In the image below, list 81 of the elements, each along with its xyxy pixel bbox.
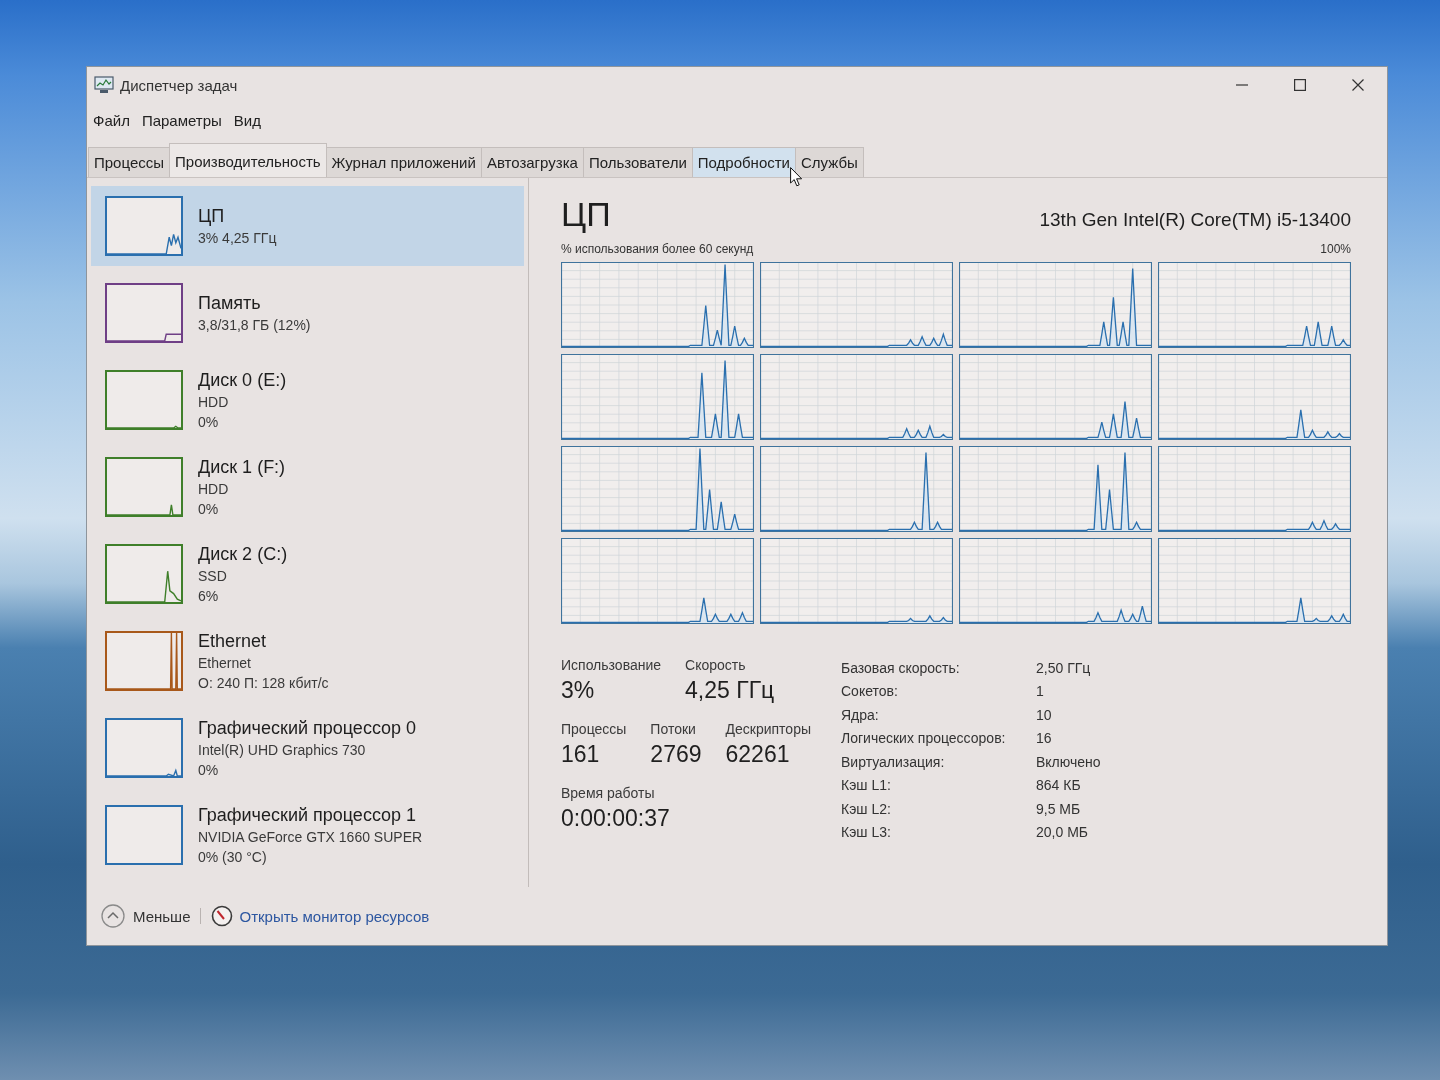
spec-label: Виртуализация:: [841, 753, 946, 770]
sidebar-item-title: Память: [198, 291, 261, 315]
window-title: Диспетчер задач: [120, 76, 238, 94]
sidebar-item-detail: О: 240 П: 128 кбит/с: [198, 673, 329, 693]
monitor-graph-icon: [94, 76, 114, 94]
stat-label: Время работы: [561, 784, 656, 802]
close-icon: [1352, 79, 1364, 91]
sidebar-item-detail: Intel(R) UHD Graphics 730: [198, 740, 366, 760]
panel-title: ЦП: [561, 194, 611, 235]
sidebar-item[interactable]: Диск 1 (F:) HDD 0%: [91, 447, 524, 527]
mouse-pointer-icon: [790, 167, 803, 187]
stat-label: Процессы: [561, 720, 627, 738]
spec-value: 10: [1036, 706, 1053, 723]
stat-value: 62261: [725, 740, 791, 769]
sidebar-item-detail: HDD: [198, 392, 229, 412]
tab[interactable]: Пользователи: [582, 147, 693, 177]
fewer-details-button[interactable]: Меньше: [101, 904, 191, 928]
spec-label: Ядра:: [841, 706, 880, 723]
sidebar-item[interactable]: Диск 2 (C:) SSD 6%: [91, 534, 524, 614]
sidebar-item-detail: HDD: [198, 479, 229, 499]
menu-item[interactable]: Параметры: [136, 109, 229, 131]
spec-label: Кэш L3:: [841, 824, 892, 841]
sidebar-item[interactable]: Графический процессор 0 Intel(R) UHD Graphics 730 0%: [91, 708, 524, 788]
sidebar-item-detail: 3% 4,25 ГГц: [198, 228, 277, 248]
spec-label: Базовая скорость:: [841, 659, 961, 676]
stat-value: 161: [561, 740, 601, 769]
sidebar-item-detail: 0%: [198, 412, 219, 432]
stat-label: Дескрипторы: [725, 720, 811, 738]
sidebar-item-detail: 0%: [198, 760, 219, 780]
resource-monitor-link[interactable]: Открыть монитор ресурсов: [211, 905, 430, 927]
sidebar-item[interactable]: Диск 0 (E:) HDD 0%: [91, 360, 524, 440]
stat-label: Потоки: [650, 720, 697, 738]
spec-value: 1: [1036, 683, 1045, 700]
stat-value: 0:00:00:37: [561, 804, 670, 833]
processor-model-name: 13th Gen Intel(R) Core(TM) i5-13400: [1039, 208, 1351, 232]
sidebar-item-detail: NVIDIA GeForce GTX 1660 SUPER: [198, 827, 423, 847]
gauge-icon: [211, 905, 234, 927]
tab[interactable]: Автозагрузка: [480, 147, 584, 177]
menu-item[interactable]: Файл: [88, 109, 137, 131]
spec-label: Сокетов:: [841, 683, 899, 700]
spec-value: 20,0 МБ: [1036, 824, 1089, 841]
sidebar-item[interactable]: Графический процессор 1 NVIDIA GeForce GTX 1660 SUPER 0% (30 °C): [91, 795, 524, 875]
spec-value: 16: [1036, 730, 1053, 747]
spec-value: 2,50 ГГц: [1036, 659, 1092, 676]
sidebar-item-title: Ethernet: [198, 629, 267, 653]
spec-value: 9,5 МБ: [1036, 800, 1082, 817]
spec-label: Логических процессоров:: [841, 730, 1007, 747]
tab[interactable]: Процессы: [88, 147, 170, 177]
stat-label: Использование: [561, 656, 662, 674]
sidebar-item-detail: 0%: [198, 499, 219, 519]
sidebar-item-title: ЦП: [198, 204, 225, 228]
sidebar-item-detail: SSD: [198, 566, 227, 586]
sidebar-item-title: Диск 2 (C:): [198, 542, 288, 566]
sidebar-item-title: Графический процессор 1: [198, 803, 417, 827]
chevron-up-icon: [101, 904, 125, 928]
sidebar-item[interactable]: Память 3,8/31,8 ГБ (12%): [91, 273, 524, 353]
stat-value: 2769: [650, 740, 702, 769]
spec-value: 864 КБ: [1036, 777, 1082, 794]
sidebar-item-detail: 3,8/31,8 ГБ (12%): [198, 315, 311, 335]
maximize-icon: [1294, 79, 1306, 91]
sidebar-item-detail: 0% (30 °C): [198, 847, 267, 867]
tab[interactable]: Службы: [795, 147, 864, 177]
graph-caption: % использования более 60 секунд: [561, 242, 754, 257]
graph-max-label: 100%: [1320, 242, 1351, 257]
sidebar-item[interactable]: ЦП 3% 4,25 ГГц: [91, 186, 524, 266]
spec-label: Кэш L2:: [841, 800, 892, 817]
tab[interactable]: Подробности: [691, 147, 796, 177]
sidebar-item[interactable]: Ethernet Ethernet О: 240 П: 128 кбит/с: [91, 621, 524, 701]
sidebar-item-detail: 6%: [198, 586, 219, 606]
stat-value: 3%: [561, 676, 596, 705]
spec-value: Включено: [1036, 753, 1101, 770]
tab[interactable]: Производительность: [169, 143, 327, 177]
sidebar-item-title: Диск 1 (F:): [198, 455, 286, 479]
stat-value: 4,25 ГГц: [685, 676, 775, 705]
sidebar-item-title: Диск 0 (E:): [198, 368, 287, 392]
stat-label: Скорость: [685, 656, 747, 674]
menu-item[interactable]: Вид: [228, 109, 268, 131]
spec-label: Кэш L1:: [841, 777, 892, 794]
tab[interactable]: Журнал приложений: [325, 147, 482, 177]
sidebar-item-detail: Ethernet: [198, 653, 251, 673]
sidebar-item-title: Графический процессор 0: [198, 716, 417, 740]
